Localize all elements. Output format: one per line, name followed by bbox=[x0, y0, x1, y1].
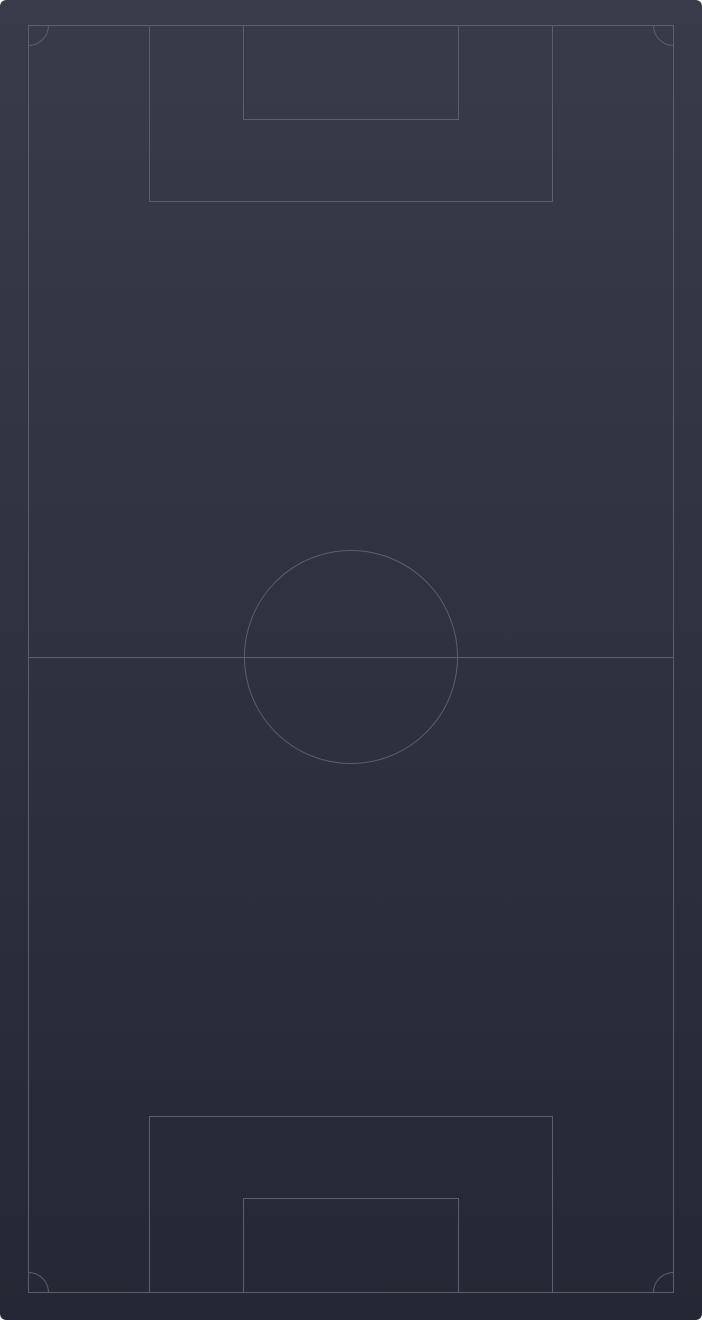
pitch-background bbox=[0, 0, 702, 1320]
football-pitch bbox=[0, 0, 702, 1320]
pitch-svg bbox=[0, 0, 702, 1320]
